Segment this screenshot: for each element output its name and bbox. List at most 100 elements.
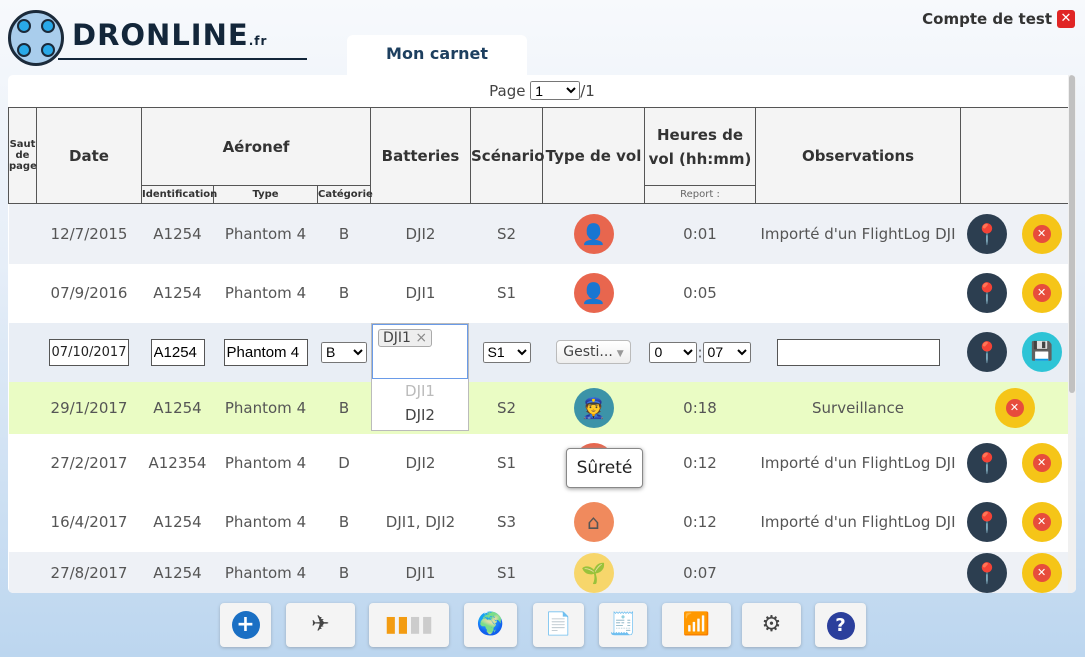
saut-cell[interactable] (9, 552, 37, 594)
header-batteries: Batteries (370, 107, 471, 204)
pilot-avatar-icon[interactable]: 👤 (573, 273, 614, 313)
identification-input[interactable] (150, 338, 205, 366)
dropdown-option[interactable]: DJI2 (372, 403, 468, 427)
tab-mon-carnet[interactable]: Mon carnet (347, 35, 527, 77)
table-row[interactable]: 12/7/2015 A1254 Phantom 4 B DJI2 S2 👤 0:… (8, 203, 1069, 264)
date-cell: 27/8/2017 (50, 563, 128, 582)
wifi-button[interactable]: 📶 (662, 603, 731, 647)
identification-cell: A1254 (153, 284, 202, 302)
plant-icon[interactable]: 🌱 (573, 552, 614, 593)
house-icon[interactable]: ⌂ (573, 502, 614, 542)
delete-icon[interactable] (1021, 552, 1062, 593)
logout-close-icon[interactable]: ✕ (1057, 10, 1075, 28)
saut-cell[interactable] (9, 264, 37, 323)
report-button[interactable]: 📄 (533, 603, 584, 647)
battery-multiselect[interactable]: DJI1 × (372, 324, 468, 379)
battery-icon: ▮▮▮▮ (384, 612, 434, 637)
add-icon: + (231, 611, 260, 639)
brand-text: DRONLINE (72, 18, 249, 52)
pilot-avatar-icon[interactable]: 👤 (573, 213, 614, 254)
page-total: /1 (580, 82, 595, 100)
type-cell: Phantom 4 (224, 563, 307, 582)
page-label: Page (489, 82, 526, 100)
globe-add-button[interactable]: 🌍 (464, 603, 517, 647)
table-row[interactable]: 16/4/2017 A1254 Phantom 4 B DJI1, DJI2 S… (8, 492, 1069, 552)
chip-label: DJI1 (383, 330, 411, 346)
map-icon[interactable]: 📍 (967, 443, 1008, 483)
type-input[interactable] (223, 338, 308, 366)
delete-icon[interactable] (1021, 502, 1062, 542)
map-icon[interactable]: 📍 (967, 273, 1008, 313)
type-cell: Phantom 4 (224, 513, 307, 531)
table-row[interactable]: 27/2/2017 A12354 Phantom 4 D DJI2 S1 👤 0… (8, 433, 1069, 493)
map-icon[interactable]: 📍 (967, 332, 1008, 372)
header-scenario: Scénario (470, 107, 545, 204)
invoice-icon: 🧾 (609, 612, 637, 637)
chip-remove-icon[interactable]: × (415, 330, 427, 346)
hours-select[interactable]: 0 (649, 341, 698, 363)
brand-name: DRONLINE.fr (72, 18, 267, 52)
drone-button[interactable]: ✈ (286, 603, 355, 647)
map-icon[interactable]: 📍 (967, 213, 1008, 254)
saut-cell[interactable] (9, 493, 37, 552)
drone-logo-icon (8, 10, 64, 66)
tooltip: Sûreté (566, 448, 643, 488)
account: Compte de test ✕ (922, 10, 1075, 28)
delete-icon[interactable] (1021, 213, 1062, 254)
saut-cell[interactable] (9, 323, 37, 382)
saut-cell[interactable] (9, 204, 37, 264)
observations-cell: Importé d'un FlightLog DJI (760, 454, 956, 472)
battery-chip[interactable]: DJI1 × (378, 329, 433, 347)
flight-type-select[interactable]: Gesti... ▼ (556, 340, 631, 364)
date-cell: 16/4/2017 (50, 513, 128, 531)
delete-icon[interactable] (1021, 273, 1062, 313)
header-categorie: Catégorie (317, 185, 373, 204)
hours-cell: 0:18 (683, 398, 717, 417)
scenario-cell: S3 (496, 513, 517, 531)
battery-multiselect-dropdown[interactable]: DJI1 × DJI1 DJI2 (371, 323, 469, 431)
scrollbar[interactable] (1068, 75, 1076, 593)
table-row[interactable]: 29/1/2017 A1254 Phantom 4 B S2 👮 0:18 Su… (8, 381, 1069, 434)
type-cell: Phantom 4 (224, 224, 307, 243)
help-button[interactable]: ? (815, 603, 866, 647)
scrollbar-thumb[interactable] (1069, 75, 1075, 393)
globe-add-icon: 🌍 (476, 612, 505, 637)
logo-underline (58, 58, 307, 60)
save-icon[interactable]: 💾 (1021, 332, 1062, 372)
scenario-cell: S1 (496, 563, 517, 582)
map-icon[interactable]: 📍 (967, 502, 1008, 542)
category-select[interactable]: B (321, 341, 367, 363)
delete-icon[interactable] (1021, 443, 1062, 483)
battery-cell: DJI1 (405, 284, 436, 302)
delete-icon[interactable] (994, 387, 1035, 428)
date-cell: 29/1/2017 (50, 398, 128, 417)
header-aeronef: Aéronef (141, 107, 371, 186)
settings-button[interactable]: ⚙ (742, 603, 801, 647)
table-row[interactable]: 27/8/2017 A1254 Phantom 4 B DJI1 S1 🌱 0:… (8, 551, 1069, 594)
table-row[interactable]: 07/9/2016 A1254 Phantom 4 B DJI1 S1 👤 0:… (8, 263, 1069, 323)
hours-cell: 0:05 (683, 284, 717, 302)
table-row[interactable]: 07/10/2017 B S1 Gesti...▼ 0:07 📍 💾 (8, 322, 1069, 382)
identification-cell: A1254 (153, 398, 202, 417)
invoice-button[interactable]: 🧾 (599, 603, 647, 647)
add-button[interactable]: + (220, 603, 271, 647)
scenario-select[interactable]: S1 (482, 341, 531, 363)
police-officer-icon[interactable]: 👮 (573, 387, 614, 428)
date-input[interactable]: 07/10/2017 (48, 338, 130, 366)
saut-cell[interactable] (9, 382, 37, 434)
logo[interactable]: DRONLINE.fr (8, 10, 308, 66)
page-select[interactable]: 1 (530, 81, 581, 100)
header-type: Type (213, 185, 318, 204)
category-cell: D (338, 454, 350, 472)
observations-input[interactable] (776, 338, 940, 366)
type-cell: Phantom 4 (224, 454, 307, 472)
minutes-select[interactable]: 07 (702, 341, 751, 363)
battery-button[interactable]: ▮▮▮▮ (369, 603, 449, 647)
dropdown-option[interactable]: DJI1 (372, 379, 468, 403)
identification-cell: A1254 (153, 513, 202, 531)
map-icon[interactable]: 📍 (967, 552, 1008, 593)
pager: Page 1/1 (8, 75, 1076, 107)
scenario-cell: S2 (496, 224, 517, 243)
saut-cell[interactable] (9, 434, 37, 493)
header-date[interactable]: Date (36, 107, 142, 204)
